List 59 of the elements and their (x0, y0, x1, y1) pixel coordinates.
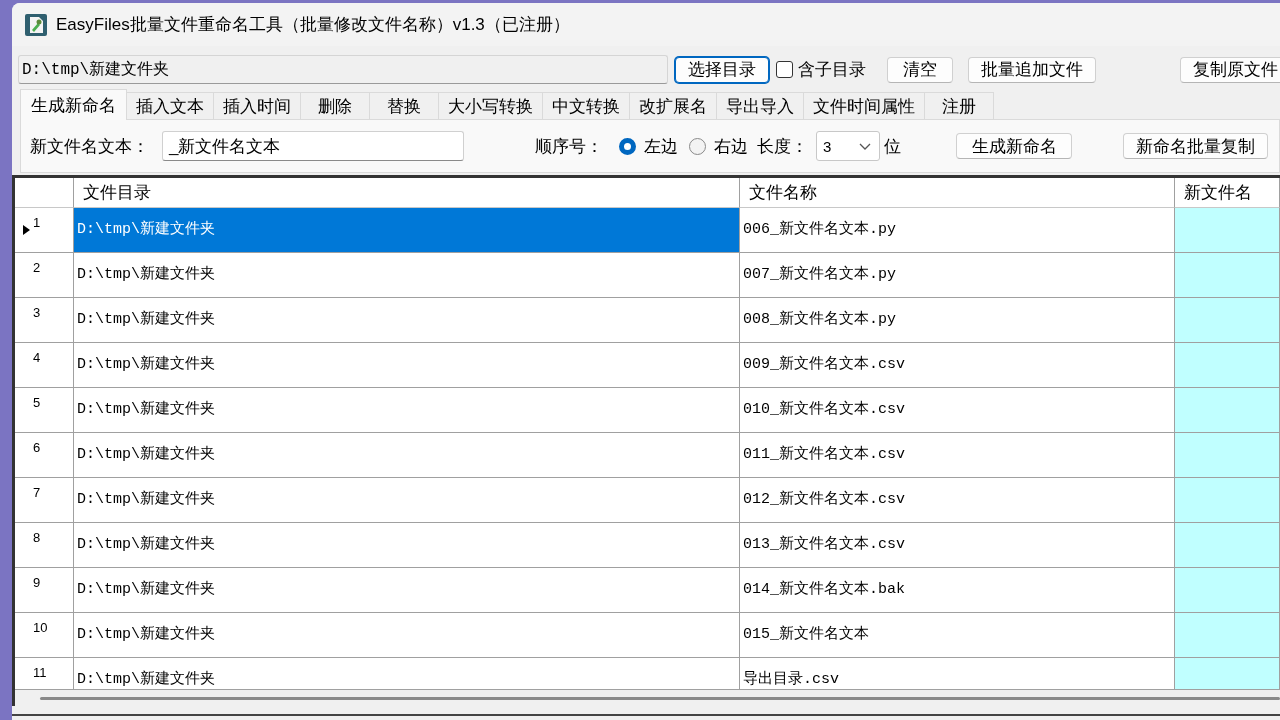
table-cell: 010_新文件名文本.csv (740, 388, 1175, 433)
row-number: 8 (33, 530, 41, 545)
unit-label: 位 (884, 135, 901, 158)
row-number: 4 (33, 350, 41, 365)
row-number: 6 (33, 440, 41, 455)
table-cell: 012_新文件名文本.csv (740, 478, 1175, 523)
path-field[interactable]: D:\tmp\新建文件夹 (18, 55, 668, 84)
app-icon (25, 13, 47, 36)
checkbox-label[interactable]: 含子目录 (798, 58, 866, 81)
column-header: 文件名称 (740, 178, 1175, 208)
table-cell: 014_新文件名文本.bak (740, 568, 1175, 613)
table-cell: D:\tmp\新建文件夹 (74, 208, 740, 253)
table-cell: D:\tmp\新建文件夹 (74, 388, 740, 433)
table-cell: 008_新文件名文本.py (740, 298, 1175, 343)
toolbar-button[interactable]: 批量追加文件 (968, 56, 1096, 83)
table-cell: 009_新文件名文本.csv (740, 343, 1175, 388)
row-number: 1 (33, 215, 41, 230)
toolbar-button[interactable]: 清空 (887, 56, 953, 83)
panel-button[interactable]: 生成新命名 (956, 133, 1072, 159)
tab[interactable]: 注册 (924, 92, 994, 119)
table-cell: 015_新文件名文本 (740, 613, 1175, 658)
row-pointer-icon (23, 225, 30, 235)
name-field[interactable]: _新文件名文本 (162, 131, 464, 161)
table-cell: D:\tmp\新建文件夹 (74, 478, 740, 523)
toolbar-button[interactable]: 复制原文件 (1180, 56, 1280, 83)
sequence-label: 顺序号： (535, 135, 603, 158)
window-title: EasyFiles批量文件重命名工具（批量修改文件名称）v1.3（已注册） (56, 14, 570, 36)
toolbar-button[interactable]: 选择目录 (675, 56, 769, 83)
table-cell: D:\tmp\新建文件夹 (74, 253, 740, 298)
panel-button[interactable]: 新命名批量复制 (1123, 133, 1268, 159)
table-cell: 013_新文件名文本.csv (740, 523, 1175, 568)
row-number: 10 (33, 620, 48, 635)
table-cell: 007_新文件名文本.py (740, 253, 1175, 298)
length-select[interactable]: 3 (816, 131, 880, 161)
scrollbar-thumb[interactable] (40, 697, 1280, 700)
table-cell: 011_新文件名文本.csv (740, 433, 1175, 478)
scrollbar[interactable] (15, 690, 1280, 706)
field-label: 新文件名文本： (30, 135, 149, 158)
row-number: 9 (33, 575, 41, 590)
radio-button[interactable] (619, 137, 636, 155)
table-cell: D:\tmp\新建文件夹 (74, 523, 740, 568)
row-number: 3 (33, 305, 41, 320)
tab[interactable]: 生成新命名 (20, 89, 127, 120)
radio-label[interactable]: 左边 (644, 134, 678, 158)
table-cell: D:\tmp\新建文件夹 (74, 298, 740, 343)
table-cell: D:\tmp\新建文件夹 (74, 433, 740, 478)
row-number: 7 (33, 485, 41, 500)
table-cell: D:\tmp\新建文件夹 (74, 568, 740, 613)
checkbox[interactable] (776, 61, 793, 78)
table-cell: 006_新文件名文本.py (740, 208, 1175, 253)
row-number: 11 (33, 665, 47, 680)
row-number: 2 (33, 260, 41, 275)
radio-button[interactable] (689, 137, 706, 155)
table-cell: D:\tmp\新建文件夹 (74, 613, 740, 658)
row-number: 5 (33, 395, 41, 410)
length-label: 长度： (757, 135, 808, 158)
chevron-down-icon (859, 142, 871, 150)
radio-label[interactable]: 右边 (714, 134, 748, 158)
table-cell: D:\tmp\新建文件夹 (74, 343, 740, 388)
